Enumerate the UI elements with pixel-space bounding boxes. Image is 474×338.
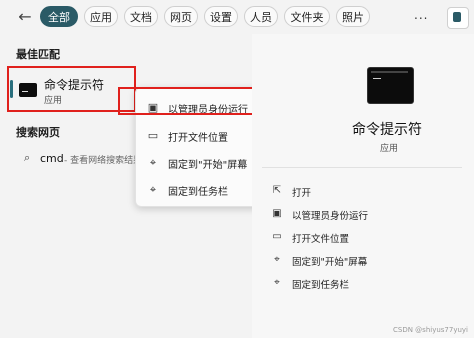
action-label: 固定到"开始"屏幕 xyxy=(292,257,368,268)
detail-subtitle: 应用 xyxy=(380,144,399,154)
open-icon: ⇱ xyxy=(272,185,282,196)
action-label: 打开文件位置 xyxy=(292,234,350,245)
divider xyxy=(262,167,462,168)
command-prompt-icon xyxy=(367,67,414,104)
admin-shield-icon: ▣ xyxy=(272,208,282,219)
pin-icon: ⌖ xyxy=(274,277,280,288)
action-label: 固定到任务栏 xyxy=(292,280,350,291)
detail-title: 命令提示符 xyxy=(352,122,422,138)
watermark: CSDN @shiyus77yuyi xyxy=(392,326,468,334)
detail-panel xyxy=(252,34,474,338)
pin-icon: ⌖ xyxy=(274,254,280,265)
folder-icon: ▭ xyxy=(272,231,282,242)
action-label: 以管理员身份运行 xyxy=(292,211,369,222)
action-label: 打开 xyxy=(292,188,312,199)
